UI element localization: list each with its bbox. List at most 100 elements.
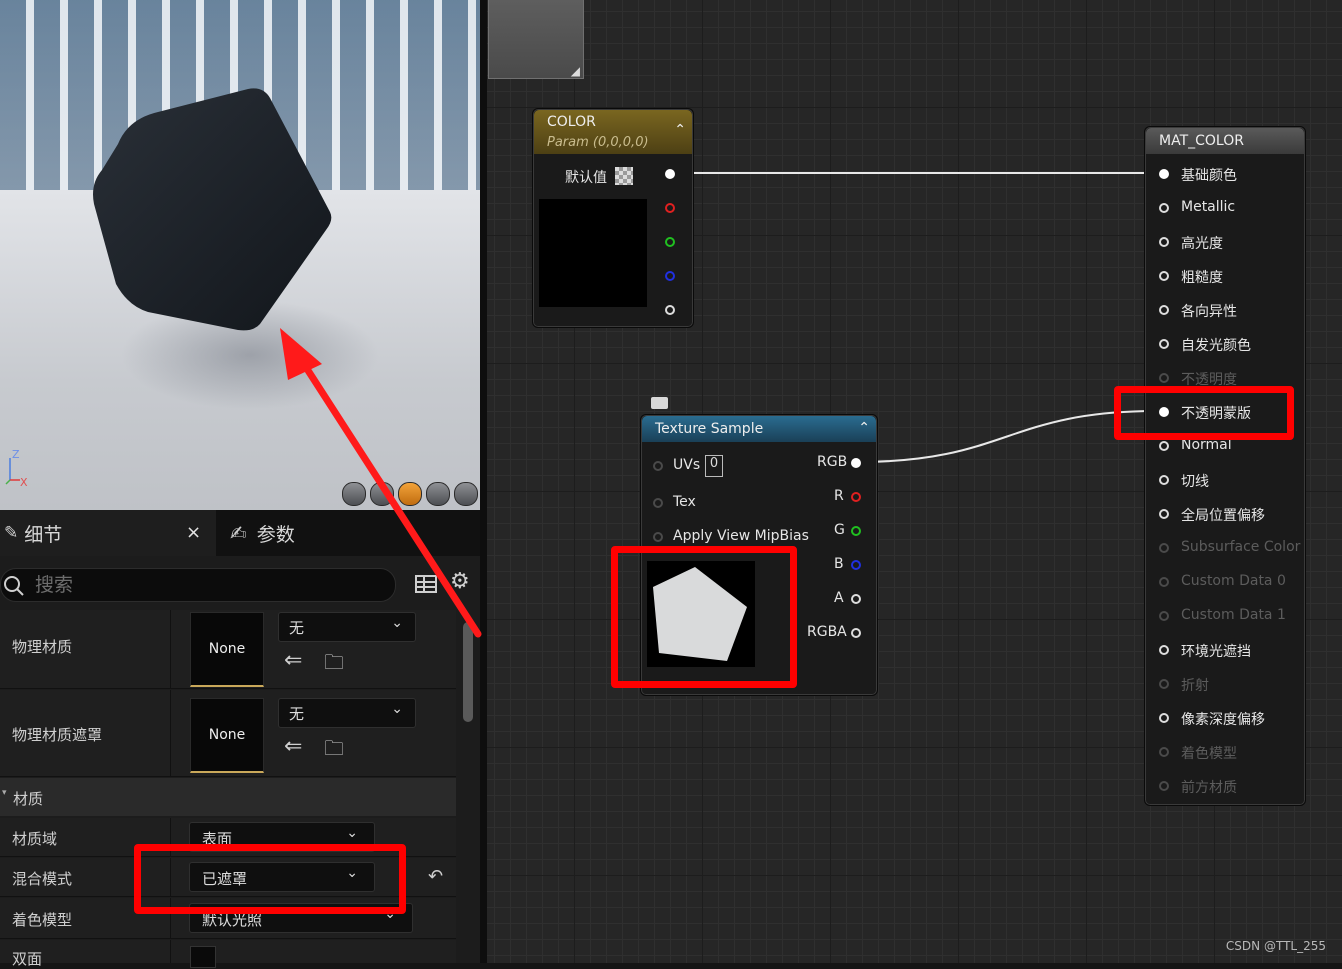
mat-input-pin[interactable] [1159,339,1169,349]
mat-input-label: 基础颜色 [1181,168,1237,184]
mat-input-pin[interactable] [1159,543,1169,553]
mat-input-label: Custom Data 0 [1181,573,1286,589]
default-value-label: 默认值 [565,170,607,186]
collapse-node-icon[interactable]: ⌃ [674,122,686,138]
output-pin-g[interactable] [665,237,675,247]
axis-x-label: X [20,476,28,489]
close-tab-icon[interactable]: × [186,522,201,543]
mat-input-label: 折射 [1181,678,1209,694]
blend-mode-label: 混合模式 [12,870,73,888]
rgb-output-label: RGB [817,454,848,470]
phys-material-mask-thumbnail[interactable]: None [190,698,264,773]
mat-input-pin[interactable] [1159,475,1169,485]
output-pin-r[interactable] [665,203,675,213]
comment-bubble-icon[interactable] [651,397,668,409]
mat-input-pin[interactable] [1159,713,1169,723]
phys-material-thumbnail[interactable]: None [190,612,264,687]
pencil-icon: ✎ [4,523,19,543]
phys-material-mask-thumb-text: None [208,727,246,743]
phys-material-mask-dropdown[interactable]: 无 ⌄ [278,698,416,728]
color-node-subtitle: Param (0,0,0,0) [547,135,649,150]
mat-input-pin[interactable] [1159,611,1169,621]
annotation-arrow [280,328,482,638]
mat-input-pin[interactable] [1159,577,1169,587]
output-pin-a[interactable] [665,305,675,315]
mat-input-label: 全局位置偏移 [1181,508,1265,524]
mat-input-label: 环境光遮挡 [1181,644,1251,660]
texture-node-header: Texture Sample ⌃ [642,416,876,442]
mat-input-label: 切线 [1181,474,1209,490]
watermark: CSDN @TTL_255 [1225,939,1326,953]
preview-mesh-pentagon [93,88,332,331]
collapse-node-icon[interactable]: ⌃ [858,420,870,436]
checker-swatch-icon[interactable] [615,167,633,185]
axis-z-label: Z [12,448,20,461]
mat-pin-list: 基础颜色 Metallic 高光度 粗糙度 各向异性 自发光颜色 不透明度 不透明蒙版 Norm… [1145,127,1305,805]
mat-input-label: 各向异性 [1181,304,1237,320]
output-pin-rgba[interactable] [851,628,861,638]
two-sided-label: 双面 [12,950,43,968]
params-pencil-icon: ✍ [230,521,247,545]
tex-label: Tex [673,494,696,510]
mat-input-pin[interactable] [1159,203,1169,213]
input-pin-tex[interactable] [653,498,663,508]
mat-input-pin[interactable] [1159,645,1169,655]
search-icon [4,576,24,596]
color-preview-swatch [539,199,647,307]
mat-input-label: 粗糙度 [1181,270,1223,286]
output-pin-rgb[interactable] [665,169,675,179]
phys-material-mask-label: 物理材质遮罩 [12,726,103,744]
output-pin-a[interactable] [851,594,861,604]
a-output-label: A [834,590,844,606]
input-pin-mipbias[interactable] [653,532,663,542]
output-pin-g[interactable] [851,526,861,536]
input-pin-uvs[interactable] [653,461,663,471]
use-selected-arrow-icon[interactable]: ⇐ [284,648,302,673]
two-sided-row: 双面 [0,940,456,968]
mat-input-label: 自发光颜色 [1181,338,1251,354]
uv-index-field[interactable]: 0 [705,455,723,477]
output-pin-r[interactable] [851,492,861,502]
phys-material-mask-row: 物理材质遮罩 None 无 ⌄ ⇐ 🗀 [0,690,456,777]
material-section-header[interactable]: ▾ 材质 [0,778,456,816]
use-selected-arrow-icon[interactable]: ⇐ [284,734,302,759]
mat-input-label: Metallic [1181,199,1236,215]
browse-folder-icon[interactable]: 🗀 [324,648,344,682]
color-node-title: COLOR [547,114,596,130]
mat-input-label: Custom Data 1 [1181,607,1286,623]
mat-input-label: 高光度 [1181,236,1223,252]
collapse-arrow-icon: ▾ [2,788,7,798]
g-output-label: G [834,522,845,538]
shading-model-label: 着色模型 [12,911,73,929]
output-pin-b[interactable] [851,560,861,570]
material-section-label: 材质 [13,790,44,808]
mat-input-pin[interactable] [1159,747,1169,757]
color-parameter-node[interactable]: COLOR Param (0,0,0,0) ⌃ 默认值 [532,108,694,328]
output-pin-b[interactable] [665,271,675,281]
phys-material-label: 物理材质 [12,638,73,656]
chevron-down-icon: ⌄ [346,825,358,841]
mat-input-pin[interactable] [1159,237,1169,247]
mat-input-pin[interactable] [1159,169,1169,179]
mat-input-label: Subsurface Color [1181,539,1301,555]
tab-details[interactable]: ✎ 细节 × [0,510,216,556]
mat-input-pin[interactable] [1159,781,1169,791]
mat-input-pin[interactable] [1159,679,1169,689]
mat-input-pin[interactable] [1159,509,1169,519]
reset-to-default-icon[interactable]: ↶ [428,866,443,887]
two-sided-checkbox[interactable] [190,946,216,968]
color-node-header: COLOR Param (0,0,0,0) ⌃ [534,110,692,154]
texture-node-title: Texture Sample [655,421,764,437]
uvs-label: UVs [673,457,701,473]
annotation-highlight-blend-mode [134,844,406,914]
mat-input-pin[interactable] [1159,441,1169,451]
mat-input-pin[interactable] [1159,373,1169,383]
mat-input-label: 着色模型 [1181,746,1237,762]
annotation-highlight-opacity-mask [1114,386,1294,440]
mat-input-pin[interactable] [1159,305,1169,315]
material-result-node[interactable]: MAT_COLOR 基础颜色 Metallic 高光度 粗糙度 各向异性 自发光颜色 不透明… [1144,126,1306,806]
tab-details-label: 细节 [24,523,63,546]
browse-folder-icon[interactable]: 🗀 [324,734,344,768]
output-pin-rgb[interactable] [851,458,861,468]
mat-input-pin[interactable] [1159,271,1169,281]
